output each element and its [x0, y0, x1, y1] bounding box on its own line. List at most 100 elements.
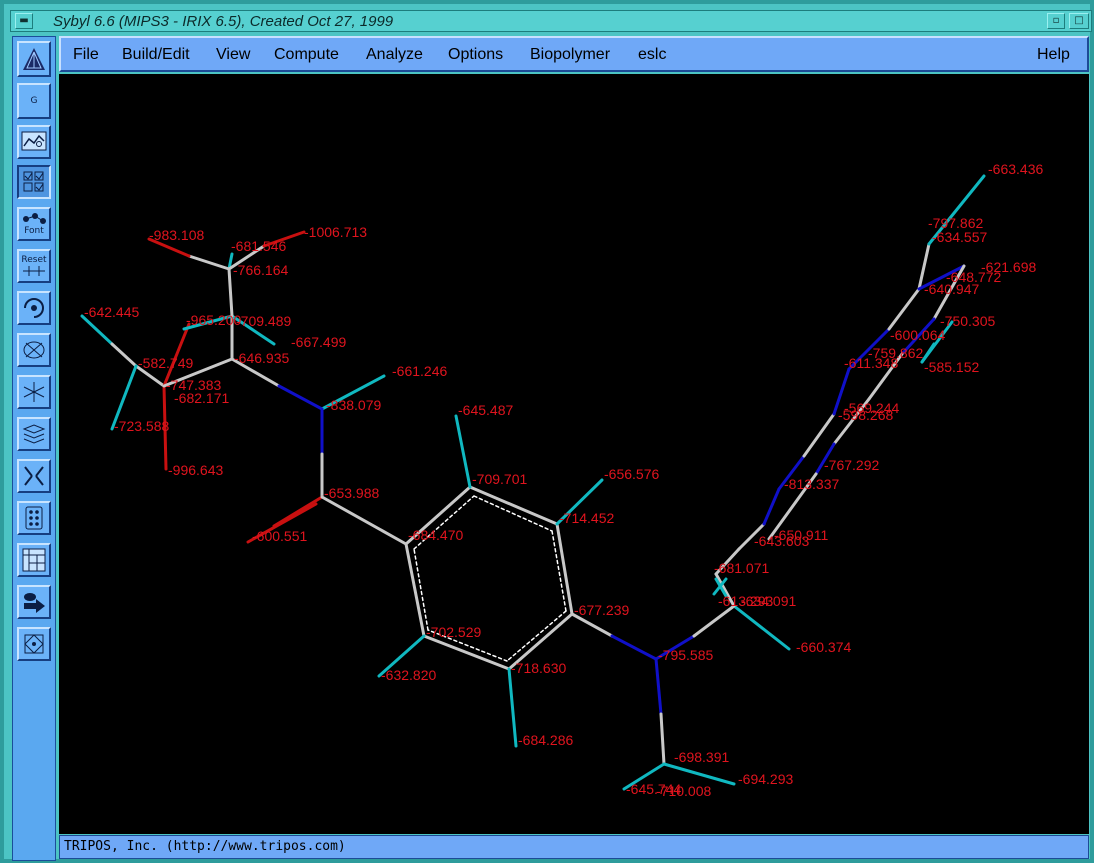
bond: [610, 634, 658, 661]
atom-charge-label: -681.546: [231, 238, 286, 254]
atom-charge-label: -723.588: [114, 418, 169, 434]
graph-tool-button[interactable]: [17, 125, 51, 159]
menu-compute[interactable]: Compute: [274, 46, 339, 64]
bond: [187, 254, 231, 271]
structure-tool-button[interactable]: [17, 375, 51, 409]
reset-tool-button[interactable]: Reset: [17, 249, 51, 283]
spreadsheet-icon: [22, 548, 46, 572]
atom-charge-label: -718.630: [511, 660, 566, 676]
atom-charge-label: -996.643: [168, 462, 223, 478]
font-label: Font: [24, 226, 44, 236]
atom-charge-label: -621.698: [981, 259, 1036, 275]
molecule-viewport[interactable]: -663.436 -797.862 -634.557 -648.772 -621.698…: [59, 74, 1089, 834]
dice-icon: [25, 506, 43, 530]
bond: [654, 657, 663, 716]
g-label: G: [30, 96, 38, 106]
status-text: TRIPOS, Inc. (http://www.tripos.com): [64, 839, 346, 854]
fragment-tool-button[interactable]: [17, 459, 51, 493]
atom-charge-label: -702.529: [426, 624, 481, 640]
atom-charge-label: -611.348: [844, 355, 898, 371]
atom-charge-label: -661.246: [392, 363, 447, 379]
menu-build-edit[interactable]: Build/Edit: [122, 46, 190, 64]
atom-charge-label: -766.164: [233, 262, 288, 278]
bond: [320, 495, 408, 546]
rotate-tool-button[interactable]: [17, 291, 51, 325]
menu-eslc[interactable]: eslc: [638, 46, 666, 64]
menu-help[interactable]: Help: [1037, 46, 1070, 64]
bond: [80, 314, 114, 346]
bond: [454, 414, 472, 489]
bond: [732, 604, 791, 651]
checkbox-grid-icon: [23, 171, 44, 192]
atom-charge-label: -694.293: [738, 771, 793, 787]
bond: [110, 342, 138, 368]
window-titlebar[interactable]: ▬ Sybyl 6.6 (MIPS3 - IRIX 6.5), Created …: [10, 10, 1092, 32]
rotate-molecule-icon: [24, 298, 44, 318]
atom-charge-label: -585.152: [924, 359, 979, 375]
menu-options[interactable]: Options: [448, 46, 503, 64]
maximize-icon[interactable]: □: [1069, 13, 1089, 29]
cube-tool-button[interactable]: [17, 627, 51, 661]
bond: [887, 287, 921, 331]
status-bar: TRIPOS, Inc. (http://www.tripos.com): [59, 835, 1089, 859]
bond: [468, 485, 559, 526]
surface-tool-button[interactable]: [17, 333, 51, 367]
spreadsheet-tool-button[interactable]: [17, 543, 51, 577]
menu-file[interactable]: File: [73, 46, 99, 64]
arrow-export-icon: [24, 593, 45, 613]
bond: [506, 610, 567, 662]
atom-charge-label: -663.436: [988, 161, 1043, 177]
menu-biopolymer[interactable]: Biopolymer: [530, 46, 610, 64]
molecule-canvas[interactable]: -663.436-797.862-634.557-648.772-621.698…: [59, 74, 1089, 834]
atom-charge-label: -1006.713: [304, 224, 367, 240]
checkbox-tool-button[interactable]: [17, 165, 51, 199]
dice-tool-button[interactable]: [17, 501, 51, 535]
tool-palette: G Font Reset: [12, 36, 56, 861]
bond: [659, 712, 666, 766]
atom-charge-label: -965.200: [186, 312, 241, 328]
atom-charge-label: -684.470: [408, 527, 463, 543]
atom-charge-label: -660.374: [796, 639, 851, 655]
bond: [422, 634, 511, 671]
bond: [227, 267, 234, 318]
fragment-icon: [24, 466, 44, 486]
bond: [692, 604, 736, 638]
atom-charge-label: -646.935: [234, 350, 289, 366]
atom-charge-label: -698.391: [674, 749, 729, 765]
tripos-logo-button[interactable]: [17, 41, 51, 77]
atom-charge-label: -813.337: [784, 476, 839, 492]
atom-charge-label: -640.947: [924, 281, 979, 297]
atom-charge-label: -632.820: [381, 667, 436, 683]
atom-charge-label: -634.557: [932, 229, 987, 245]
atom-charge-label: -600.551: [252, 528, 307, 544]
menu-analyze[interactable]: Analyze: [366, 46, 423, 64]
bond: [473, 495, 553, 532]
g-button[interactable]: G: [17, 83, 51, 119]
atom-charge-label: -710.008: [656, 783, 711, 799]
reset-icon: [23, 266, 45, 276]
atom-charge-label: -600.064: [890, 327, 945, 343]
atom-charge-label: -653.988: [324, 485, 379, 501]
atom-charge-label: -667.499: [291, 334, 346, 350]
application-window: ▬ Sybyl 6.6 (MIPS3 - IRIX 6.5), Created …: [0, 0, 1094, 863]
iconify-icon[interactable]: ▫: [1047, 13, 1065, 29]
window-title: Sybyl 6.6 (MIPS3 - IRIX 6.5), Created Oc…: [53, 13, 394, 30]
atom-charge-label: -709.489: [236, 313, 291, 329]
atom-charge-label: -677.239: [574, 602, 629, 618]
bond: [507, 667, 518, 748]
atom-charge-label: -643.603: [754, 533, 809, 549]
bond: [762, 487, 781, 526]
atom-charge-label: -709.701: [472, 471, 527, 487]
atom-charge-label: -767.292: [824, 457, 879, 473]
structure-icon: [23, 382, 45, 402]
atom-charge-label: -750.305: [940, 313, 995, 329]
export-tool-button[interactable]: [17, 585, 51, 619]
menu-view[interactable]: View: [216, 46, 250, 64]
window-menu-icon[interactable]: ▬: [15, 13, 33, 29]
atom-charge-label: -983.108: [149, 227, 204, 243]
molecule-font-icon: [23, 213, 46, 224]
bond: [272, 495, 324, 528]
font-tool-button[interactable]: Font: [17, 207, 51, 241]
reset-label: Reset: [21, 255, 47, 265]
layers-tool-button[interactable]: [17, 417, 51, 451]
